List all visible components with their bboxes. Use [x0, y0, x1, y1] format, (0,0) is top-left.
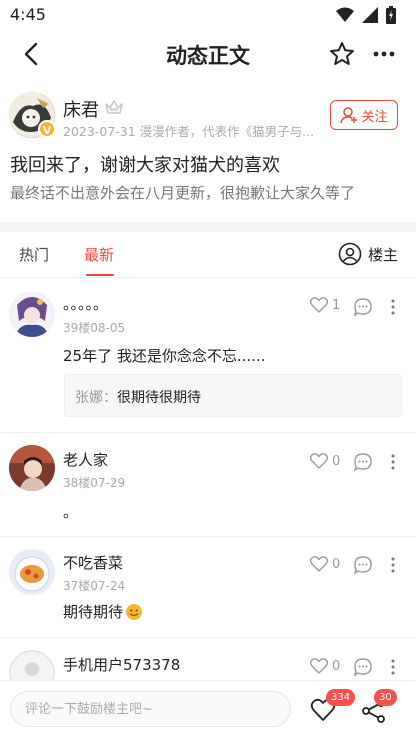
comment-text: 25年了 我还是你念念不忘...... — [63, 347, 266, 365]
bottom-bar — [0, 680, 416, 740]
comment-meta: 39楼08-05 — [63, 321, 126, 335]
heart-icon — [310, 556, 328, 572]
vertical-dots-icon[interactable] — [385, 657, 401, 677]
vertical-dots-icon[interactable] — [385, 297, 401, 317]
tab-hot[interactable]: 热门 — [19, 244, 49, 265]
tab-underline — [86, 274, 114, 276]
commenter-avatar[interactable] — [9, 650, 55, 680]
status-icons — [336, 6, 396, 24]
author-name[interactable]: 床君 — [63, 96, 99, 122]
heart-icon — [310, 453, 328, 469]
share-count-badge: 30 — [374, 689, 397, 706]
follow-button[interactable]: 关注 — [330, 100, 398, 130]
commenter-avatar[interactable] — [9, 549, 55, 595]
comment-text: 。 — [63, 503, 79, 521]
vertical-dots-icon[interactable] — [385, 452, 401, 472]
comment-item: 老人家 38楼07-29 0 。 — [0, 433, 416, 537]
comment-item: 。。。。。 39楼08-05 1 25年了 我还是你念念不忘...... 张娜：… — [0, 279, 416, 433]
comment-bubble-icon[interactable] — [353, 297, 373, 317]
nav-bar: 动态正文 — [0, 30, 416, 78]
vertical-dots-icon[interactable] — [385, 555, 401, 575]
comment-item: 不吃香菜 37楼07-24 0 期待期待 — [0, 537, 416, 638]
follow-label: 关注 — [361, 109, 388, 125]
section-divider — [0, 222, 416, 232]
sub-reply-author: 张娜： — [75, 390, 117, 406]
post-title: 我回来了，谢谢大家对猫犬的喜欢 — [10, 155, 280, 176]
owner-icon — [338, 242, 362, 266]
like-count: 1 — [332, 297, 341, 313]
comment-text-row: 期待期待 — [63, 601, 143, 622]
post-body: 最终话不出意外会在八月更新，很抱歉让大家久等了 — [10, 184, 356, 202]
more-icon[interactable] — [370, 40, 398, 68]
comment-meta: 38楼07-29 — [63, 476, 126, 490]
vip-badge: V — [38, 120, 56, 138]
commenter-name[interactable]: 不吃香菜 — [63, 552, 123, 573]
signal-icon — [362, 7, 378, 23]
commenter-avatar[interactable] — [9, 445, 55, 491]
star-icon[interactable] — [328, 40, 356, 68]
status-bar: 4:45 — [0, 0, 416, 30]
follow-user-icon — [340, 107, 358, 124]
status-time: 4:45 — [10, 5, 46, 24]
comment-item: 手机用户573378 0 — [0, 638, 416, 680]
comment-meta: 37楼07-24 — [63, 579, 126, 593]
like-count: 0 — [332, 453, 341, 469]
comment-tabs: 热门 最新 楼主 — [0, 234, 416, 278]
sub-reply-text: 很期待很期待 — [117, 390, 201, 406]
author-block: V 床君 2023-07-31 漫漫作者，代表作《猫男子与... 关注 — [0, 90, 416, 146]
comment-text: 期待期待 — [63, 603, 124, 621]
commenter-name[interactable]: 。。。。。 — [63, 293, 108, 314]
comment-like-button[interactable]: 0 — [310, 658, 340, 674]
crown-icon — [105, 100, 123, 114]
commenter-name[interactable]: 老人家 — [63, 449, 108, 470]
like-count: 0 — [332, 658, 341, 674]
comment-like-button[interactable]: 0 — [310, 453, 340, 469]
heart-icon — [310, 658, 328, 674]
battery-icon — [386, 6, 396, 24]
sub-reply[interactable]: 张娜：很期待很期待 — [64, 374, 402, 417]
author-meta: 2023-07-31 漫漫作者，代表作《猫男子与... — [63, 124, 315, 139]
owner-only-filter[interactable]: 楼主 — [338, 242, 398, 266]
wifi-icon — [336, 7, 354, 22]
comment-like-button[interactable]: 0 — [310, 556, 340, 572]
like-count-badge: 334 — [326, 689, 356, 706]
tab-latest[interactable]: 最新 — [84, 244, 114, 265]
heart-icon — [310, 297, 328, 313]
comment-bubble-icon[interactable] — [353, 657, 373, 677]
commenter-avatar[interactable] — [9, 291, 55, 337]
comment-bubble-icon[interactable] — [353, 555, 373, 575]
comment-bubble-icon[interactable] — [353, 452, 373, 472]
comment-like-button[interactable]: 1 — [310, 297, 340, 313]
owner-label: 楼主 — [367, 245, 398, 264]
like-count: 0 — [332, 556, 341, 572]
commenter-name[interactable]: 手机用户573378 — [63, 654, 180, 675]
emoji-icon — [126, 603, 143, 620]
comment-input[interactable] — [10, 691, 291, 727]
